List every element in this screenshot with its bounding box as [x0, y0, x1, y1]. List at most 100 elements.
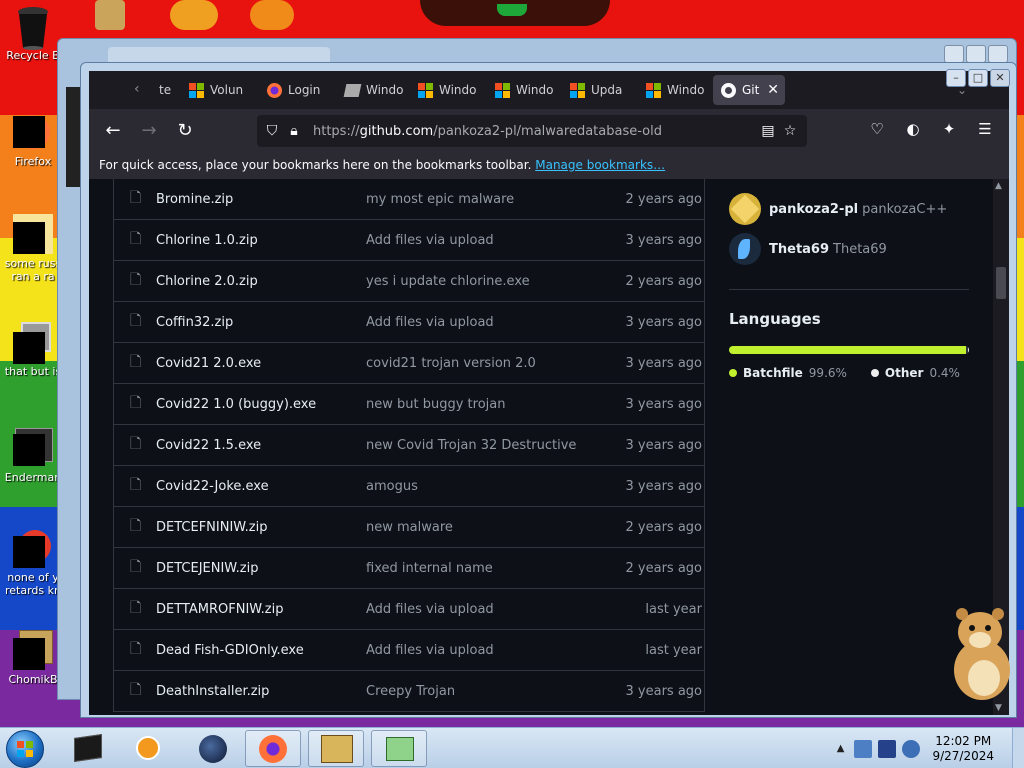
browser-tab[interactable]: Upda: [562, 75, 640, 105]
browser-tab-active[interactable]: Git ✕: [713, 75, 785, 105]
browser-tab[interactable]: Windo: [410, 75, 488, 105]
table-row[interactable]: 🗋︎ Bromine.zip my most epic malware 2 years…: [114, 179, 704, 220]
file-name[interactable]: Bromine.zip: [156, 192, 366, 207]
reload-icon[interactable]: ↻: [173, 119, 197, 143]
taskbar-app-installer[interactable]: [371, 730, 427, 767]
file-name[interactable]: Covid22-Joke.exe: [156, 479, 366, 494]
scroll-up-icon[interactable]: ▲: [995, 181, 1002, 191]
file-name[interactable]: Covid21 2.0.exe: [156, 356, 366, 371]
file-name[interactable]: Coffin32.zip: [156, 315, 366, 330]
address-bar[interactable]: ⛉ 🔒︎ https://github.com/pankoza2-pl/malw…: [257, 115, 807, 147]
file-name[interactable]: DeathInstaller.zip: [156, 684, 366, 699]
table-row[interactable]: 🗋︎ DeathInstaller.zip Creepy Trojan 3 years…: [114, 671, 704, 712]
table-row[interactable]: 🗋︎ Covid22 1.5.exe new Covid Trojan 32 Des…: [114, 425, 704, 466]
desktop-icon-recycle-bin[interactable]: Recycle B: [2, 6, 64, 62]
commit-message[interactable]: new but buggy trojan: [366, 397, 606, 412]
close-tab-icon[interactable]: ✕: [767, 82, 779, 98]
taskbar-app-media-player[interactable]: [120, 730, 176, 767]
browser-tab[interactable]: Windo: [487, 75, 565, 105]
desktop-icon-shortcut[interactable]: that but is: [2, 322, 64, 378]
table-row[interactable]: 🗋︎ DETCEFNINIW.zip new malware 2 years ago: [114, 507, 704, 548]
minimize-icon[interactable]: [944, 45, 964, 63]
firefox-window[interactable]: ‹ te Volun Login Windo Windo Windo Upda: [80, 62, 1017, 718]
contributor-name[interactable]: Theta69: [769, 242, 829, 257]
menu-icon[interactable]: ☰: [975, 119, 995, 139]
file-name[interactable]: DETTAMROFNIW.zip: [156, 602, 366, 617]
start-button[interactable]: [6, 730, 44, 768]
contributor-name[interactable]: pankoza2-pl: [769, 202, 858, 217]
browser-tab[interactable]: Login: [259, 75, 337, 105]
browser-tab[interactable]: te: [151, 75, 181, 105]
maximize-icon[interactable]: □: [968, 69, 988, 87]
table-row[interactable]: 🗋︎ Covid22-Joke.exe amogus 3 years ago: [114, 466, 704, 507]
bookmark-star-icon[interactable]: ☆: [779, 123, 801, 139]
desktop-icon-shortcut[interactable]: none of y retards kn: [2, 528, 64, 597]
taskbar-app-terminal[interactable]: [60, 730, 116, 767]
back-arrow-icon[interactable]: ←: [101, 119, 125, 143]
pocket-icon[interactable]: ♡: [867, 119, 887, 139]
table-row[interactable]: 🗋︎ DETTAMROFNIW.zip Add files via upload la…: [114, 589, 704, 630]
table-row[interactable]: 🗋︎ Dead Fish-GDIOnly.exe Add files via upl…: [114, 630, 704, 671]
commit-message[interactable]: yes i update chlorine.exe: [366, 274, 606, 289]
file-name[interactable]: DETCEJENIW.zip: [156, 561, 366, 576]
commit-message[interactable]: new Covid Trojan 32 Destructive: [366, 438, 606, 453]
desktop-icon-shortcut[interactable]: Enderman: [2, 428, 64, 484]
maximize-icon[interactable]: [966, 45, 986, 63]
commit-message[interactable]: covid21 trojan version 2.0: [366, 356, 606, 371]
file-name[interactable]: Chlorine 1.0.zip: [156, 233, 366, 248]
scrollbar-thumb[interactable]: [996, 267, 1006, 299]
firefox-account-icon[interactable]: ◐: [903, 119, 923, 139]
table-row[interactable]: 🗋︎ Coffin32.zip Add files via upload 3 year…: [114, 302, 704, 343]
show-hidden-icons-icon[interactable]: ▲: [837, 743, 845, 754]
display-icon[interactable]: [878, 739, 897, 758]
desktop-icon-chomik[interactable]: ChomikB: [2, 630, 64, 686]
file-name[interactable]: Covid22 1.5.exe: [156, 438, 366, 453]
file-name[interactable]: Covid22 1.0 (buggy).exe: [156, 397, 366, 412]
tab-scroll-left-icon[interactable]: ‹: [134, 81, 140, 97]
forward-arrow-icon[interactable]: →: [137, 119, 161, 143]
file-name[interactable]: Dead Fish-GDIOnly.exe: [156, 643, 366, 658]
network-icon[interactable]: [902, 739, 921, 758]
tray-app-icon[interactable]: [854, 739, 873, 758]
contributor[interactable]: Theta69 Theta69: [729, 229, 969, 269]
commit-message[interactable]: Add files via upload: [366, 315, 606, 330]
url-text[interactable]: https://github.com/pankoza2-pl/malwareda…: [313, 124, 662, 139]
table-row[interactable]: 🗋︎ Chlorine 1.0.zip Add files via upload 3 …: [114, 220, 704, 261]
avatar[interactable]: [729, 193, 761, 225]
close-icon[interactable]: [988, 45, 1008, 63]
lock-icon[interactable]: 🔒︎: [283, 123, 305, 139]
contributor[interactable]: pankoza2-pl pankozaC++: [729, 189, 969, 229]
commit-message[interactable]: my most epic malware: [366, 192, 606, 207]
table-row[interactable]: 🗋︎ Covid21 2.0.exe covid21 trojan version …: [114, 343, 704, 384]
desktop-icon-firefox[interactable]: Firefox: [2, 112, 64, 168]
close-icon[interactable]: ✕: [990, 69, 1010, 87]
commit-message[interactable]: amogus: [366, 479, 606, 494]
commit-message[interactable]: fixed internal name: [366, 561, 606, 576]
reader-view-icon[interactable]: ▤: [757, 123, 779, 139]
table-row[interactable]: 🗋︎ Chlorine 2.0.zip yes i update chlorine.…: [114, 261, 704, 302]
commit-message[interactable]: Add files via upload: [366, 602, 606, 617]
show-desktop-button[interactable]: [1012, 728, 1024, 768]
commit-message[interactable]: Creepy Trojan: [366, 684, 606, 699]
scroll-down-icon[interactable]: ▼: [995, 703, 1002, 713]
desktop-icon-shortcut[interactable]: some russ ran a ra: [2, 214, 64, 283]
browser-tab[interactable]: Windo: [337, 75, 415, 105]
file-name[interactable]: DETCEFNINIW.zip: [156, 520, 366, 535]
table-row[interactable]: 🗋︎ Covid22 1.0 (buggy).exe new but buggy t…: [114, 384, 704, 425]
commit-message[interactable]: Add files via upload: [366, 643, 606, 658]
table-row[interactable]: 🗋︎ DETCEJENIW.zip fixed internal name 2 yea…: [114, 548, 704, 589]
clock[interactable]: 12:02 PM 9/27/2024: [932, 734, 994, 764]
shield-icon[interactable]: ⛉: [261, 123, 283, 139]
browser-tab[interactable]: Windo: [638, 75, 716, 105]
browser-tab[interactable]: Volun: [181, 75, 259, 105]
extensions-icon[interactable]: ✦: [939, 119, 959, 139]
manage-bookmarks-link[interactable]: Manage bookmarks…: [535, 158, 665, 172]
commit-message[interactable]: new malware: [366, 520, 606, 535]
commit-message[interactable]: Add files via upload: [366, 233, 606, 248]
file-name[interactable]: Chlorine 2.0.zip: [156, 274, 366, 289]
minimize-icon[interactable]: –: [946, 69, 966, 87]
taskbar-app-globe[interactable]: [185, 730, 241, 767]
taskbar-app-firefox[interactable]: [245, 730, 301, 767]
taskbar-app-hamster-box[interactable]: [308, 730, 364, 767]
avatar[interactable]: [729, 233, 761, 265]
